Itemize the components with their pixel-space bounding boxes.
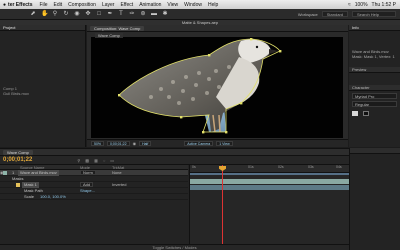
right-panels: Info Wave and Birds.mov Mask: Mask 1, Ve… <box>349 25 400 147</box>
clock[interactable]: Thu 1:52 P <box>372 2 396 8</box>
viewer-controls-bar: 50% 0;00;01;22 ◉ Half Active Camera 1 Vi… <box>87 139 348 147</box>
hand-tool-icon[interactable]: ✋ <box>41 11 48 17</box>
layer-duration-bar[interactable] <box>190 179 350 184</box>
menu-animation[interactable]: Animation <box>136 2 164 8</box>
type-tool-icon[interactable]: T <box>118 11 124 17</box>
motion-blur-icon[interactable]: ◌ <box>103 158 105 163</box>
timeline-panel: Wave Comp 0;00;01;22 ⚲ ▩ ▦ ◌ ▭ Source Na… <box>0 148 350 250</box>
scale-row[interactable]: Scale 100.0, 100.0% <box>0 194 188 200</box>
draft-3d-icon[interactable]: ▦ <box>94 158 98 163</box>
selection-tool-icon[interactable]: ⬈ <box>30 11 36 17</box>
wifi-icon[interactable]: ≈ <box>348 2 351 8</box>
graph-editor-icon[interactable]: ▭ <box>110 158 114 163</box>
battery-label[interactable]: 100% <box>355 2 368 8</box>
mask-color-chip[interactable] <box>16 183 20 187</box>
zoom-select[interactable]: 50% <box>91 141 105 146</box>
project-panel: Project Comp 1 Gull Birds.mov <box>0 25 86 147</box>
ruler-tick: 03s <box>308 165 314 169</box>
camera-select[interactable]: Active Camera <box>184 141 214 146</box>
viewer-timecode[interactable]: 0;00;01;22 <box>107 141 130 146</box>
composition-canvas[interactable] <box>91 37 343 138</box>
timeline-toolbar: 0;00;01;22 ⚲ ▩ ▦ ◌ ▭ <box>0 156 349 165</box>
pen-tool-icon[interactable]: ✒ <box>107 11 113 17</box>
zoom-tool-icon[interactable]: ⚲ <box>52 11 58 17</box>
camera-tool-icon[interactable]: ◉ <box>74 11 80 17</box>
mask-duration-bar[interactable] <box>190 185 350 190</box>
timeline-graph[interactable]: 0s 01s 02s 03s 04s <box>189 165 350 250</box>
view-layout-select[interactable]: 1 View <box>216 141 233 146</box>
ruler-tick: 04s <box>336 165 342 169</box>
tools-toolbar: ⬈ ✋ ⚲ ↻ ◉ ✥ □ ✒ T ✑ ⊛ ▬ ✱ Workspace Stan… <box>0 9 400 20</box>
mask-mode-select[interactable]: Add <box>80 182 94 187</box>
brush-tool-icon[interactable]: ✑ <box>129 11 135 17</box>
ruler-tick: 01s <box>248 165 254 169</box>
work-area-bar[interactable] <box>190 173 350 175</box>
composition-viewer: Composition: Wave Comp Wave Comp 50% 0;0… <box>87 25 348 147</box>
info-line-mask: Mask: Mask 1, Vertex: 1 <box>352 54 395 59</box>
rectangle-tool-icon[interactable]: □ <box>96 11 102 17</box>
masked-gull-image <box>118 38 282 134</box>
snapshot-icon[interactable]: ◉ <box>133 141 137 146</box>
timeline-comp-tab[interactable]: Wave Comp <box>3 149 33 155</box>
font-select[interactable]: Myriad Pro <box>352 93 397 99</box>
resolution-select[interactable]: Half <box>139 141 152 146</box>
menu-help[interactable]: Help <box>205 2 221 8</box>
puppet-tool-icon[interactable]: ✱ <box>162 11 168 17</box>
fill-color-swatch[interactable] <box>352 111 358 116</box>
comp-name-label[interactable]: Wave Comp <box>95 33 123 38</box>
toggle-switches-modes[interactable]: Toggle Switches / Modes <box>0 244 349 250</box>
right-lower-panel <box>349 148 400 250</box>
menu-file[interactable]: File <box>36 2 50 8</box>
playhead-line[interactable] <box>222 165 223 250</box>
rotate-tool-icon[interactable]: ↻ <box>63 11 69 17</box>
menu-composition[interactable]: Composition <box>65 2 99 8</box>
stroke-color-swatch[interactable] <box>363 111 370 116</box>
app-menu[interactable]: ter Effects <box>6 2 36 8</box>
ruler-tick: 0s <box>192 165 196 169</box>
eraser-tool-icon[interactable]: ▬ <box>151 11 157 17</box>
pan-behind-tool-icon[interactable]: ✥ <box>85 11 91 17</box>
timeline-tabs: Wave Comp <box>0 149 349 156</box>
menu-edit[interactable]: Edit <box>51 2 66 8</box>
character-tab[interactable]: Character <box>349 85 400 91</box>
comp-flowchart-icon[interactable]: ▩ <box>85 158 89 163</box>
font-style-select[interactable]: Regular <box>352 101 397 107</box>
layer-mode-select[interactable]: Norm <box>80 170 96 175</box>
workspace-label: Workspace <box>297 11 318 17</box>
workspace-select[interactable]: Standard <box>321 11 348 17</box>
layer-list: Source Name Mode TrkMat ◉ 1 Wave and Bir… <box>0 165 188 250</box>
project-item-footage[interactable]: Gull Birds.mov <box>0 91 85 96</box>
align-tab[interactable] <box>350 148 400 154</box>
menu-window[interactable]: Window <box>181 2 205 8</box>
menu-layer[interactable]: Layer <box>99 2 118 8</box>
scale-value[interactable]: 100.0, 100.0% <box>40 194 66 200</box>
viewer-tabs: Composition: Wave Comp <box>87 25 348 32</box>
menu-effect[interactable]: Effect <box>117 2 136 8</box>
search-layers-icon[interactable]: ⚲ <box>77 158 80 163</box>
menubar: ● ter Effects File Edit Composition Laye… <box>0 0 400 9</box>
search-help-input[interactable]: Search Help <box>352 11 396 17</box>
ruler-tick: 02s <box>278 165 284 169</box>
scale-label: Scale <box>24 194 35 199</box>
composition-tab[interactable]: Composition: Wave Comp <box>90 25 145 31</box>
label-color-chip[interactable] <box>3 171 7 175</box>
time-ruler[interactable]: 0s 01s 02s 03s 04s <box>190 165 349 173</box>
menu-view[interactable]: View <box>164 2 181 8</box>
clone-tool-icon[interactable]: ⊛ <box>140 11 146 17</box>
timeline-timecode[interactable]: 0;00;01;22 <box>3 157 32 163</box>
